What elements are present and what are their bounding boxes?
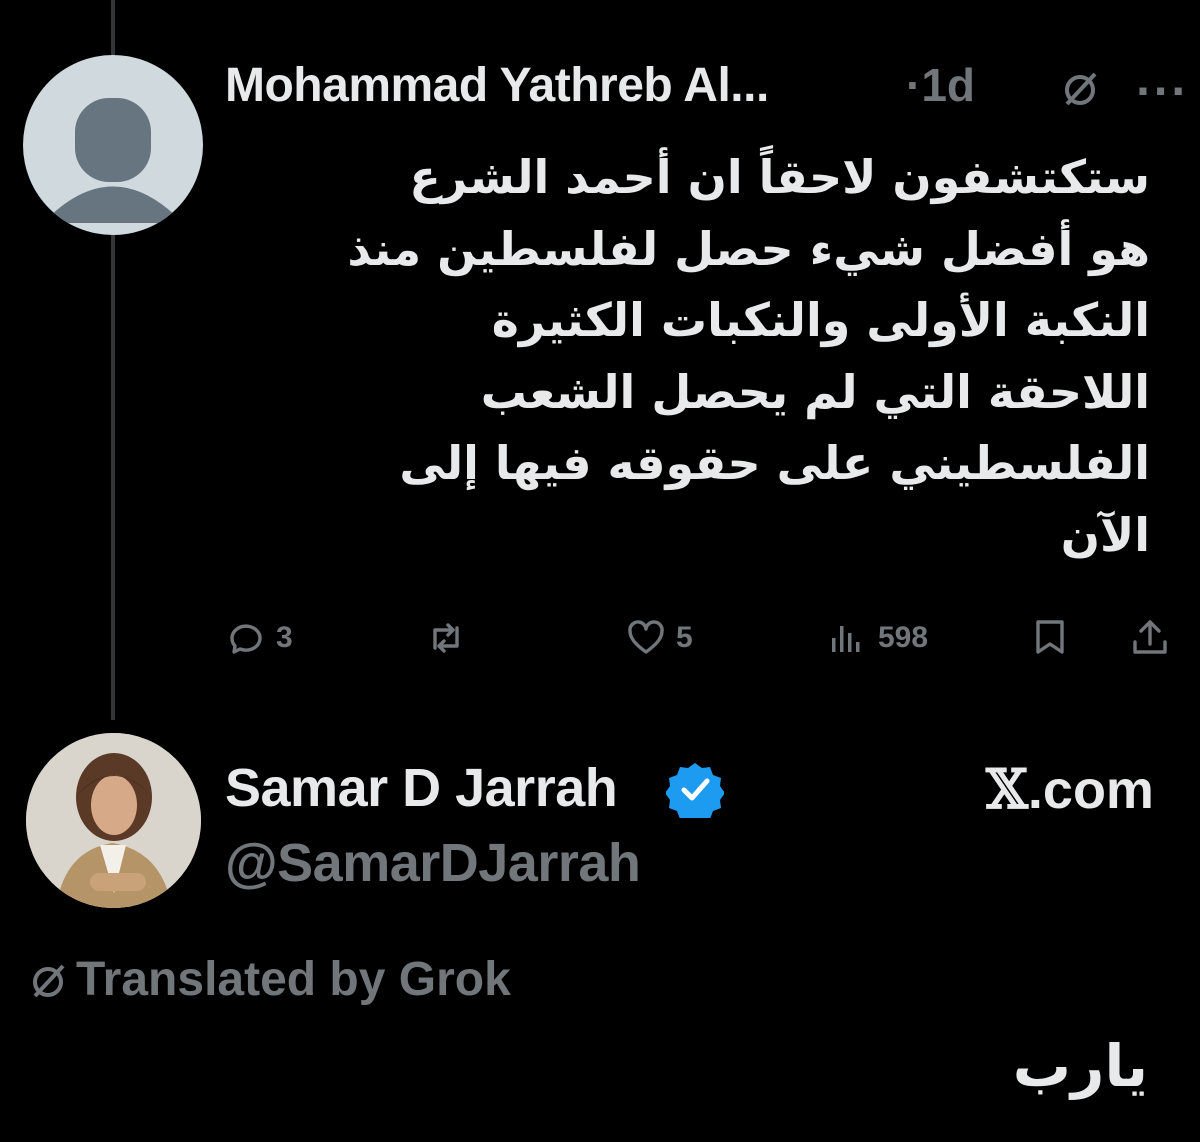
translated-label: Translated by Grok: [76, 953, 511, 1006]
avatar[interactable]: [26, 733, 201, 908]
grok-icon: [33, 964, 65, 997]
tweet-text-line: النكبة الأولى والنكبات الكثيرة: [491, 293, 1150, 347]
like-count: 5: [676, 621, 693, 654]
tweet-text-line: هو أفضل شيء حصل لفلسطين منذ: [347, 221, 1150, 276]
reply-text: يارب: [1012, 1032, 1148, 1100]
repost-icon: [433, 623, 459, 653]
reply-icon: [230, 624, 262, 654]
reply-count: 3: [276, 621, 293, 654]
share-icon: [1133, 620, 1167, 654]
heart-icon: [628, 620, 664, 654]
share-button[interactable]: [1130, 612, 1170, 664]
reply-author-handle[interactable]: @SamarDJarrah: [225, 832, 641, 894]
tweet-author-name[interactable]: Mohammad Yathreb Al...: [225, 58, 769, 113]
repost-button[interactable]: [426, 612, 476, 664]
tweet-text-line: اللاحقة التي لم يحصل الشعب: [480, 364, 1150, 419]
source-watermark: 𝕏.com: [986, 757, 1154, 821]
views-button[interactable]: 598: [828, 612, 928, 664]
more-icon[interactable]: ···: [1136, 62, 1189, 120]
grok-icon[interactable]: [1058, 66, 1102, 110]
views-icon: [832, 626, 860, 652]
like-button[interactable]: 5: [626, 612, 693, 664]
tweet-text-line: ستكتشفون لاحقاً ان أحمد الشرع: [409, 150, 1150, 204]
verified-badge-icon: [665, 760, 725, 823]
person-icon: [43, 98, 183, 223]
views-count: 598: [878, 621, 929, 654]
default-avatar[interactable]: [23, 55, 203, 235]
tweet-text-line: الآن: [1060, 507, 1150, 562]
reply-button[interactable]: 3: [226, 612, 293, 664]
source-domain: .com: [1027, 760, 1154, 820]
bookmark-icon: [1036, 620, 1064, 654]
translated-by-grok[interactable]: Translated by Grok: [26, 952, 511, 1007]
tweet-time[interactable]: ·1d: [906, 58, 975, 112]
profile-photo: [26, 733, 201, 908]
reply-author-name[interactable]: Samar D Jarrah: [225, 757, 618, 819]
tweet-text: ستكتشفون لاحقاً ان أحمد الشرع هو أفضل شي…: [210, 142, 1150, 571]
x-logo: 𝕏: [986, 757, 1028, 821]
tweet-text-line: الفلسطيني على حقوقه فيها إلى: [399, 436, 1150, 490]
bookmark-button[interactable]: [1030, 612, 1070, 664]
